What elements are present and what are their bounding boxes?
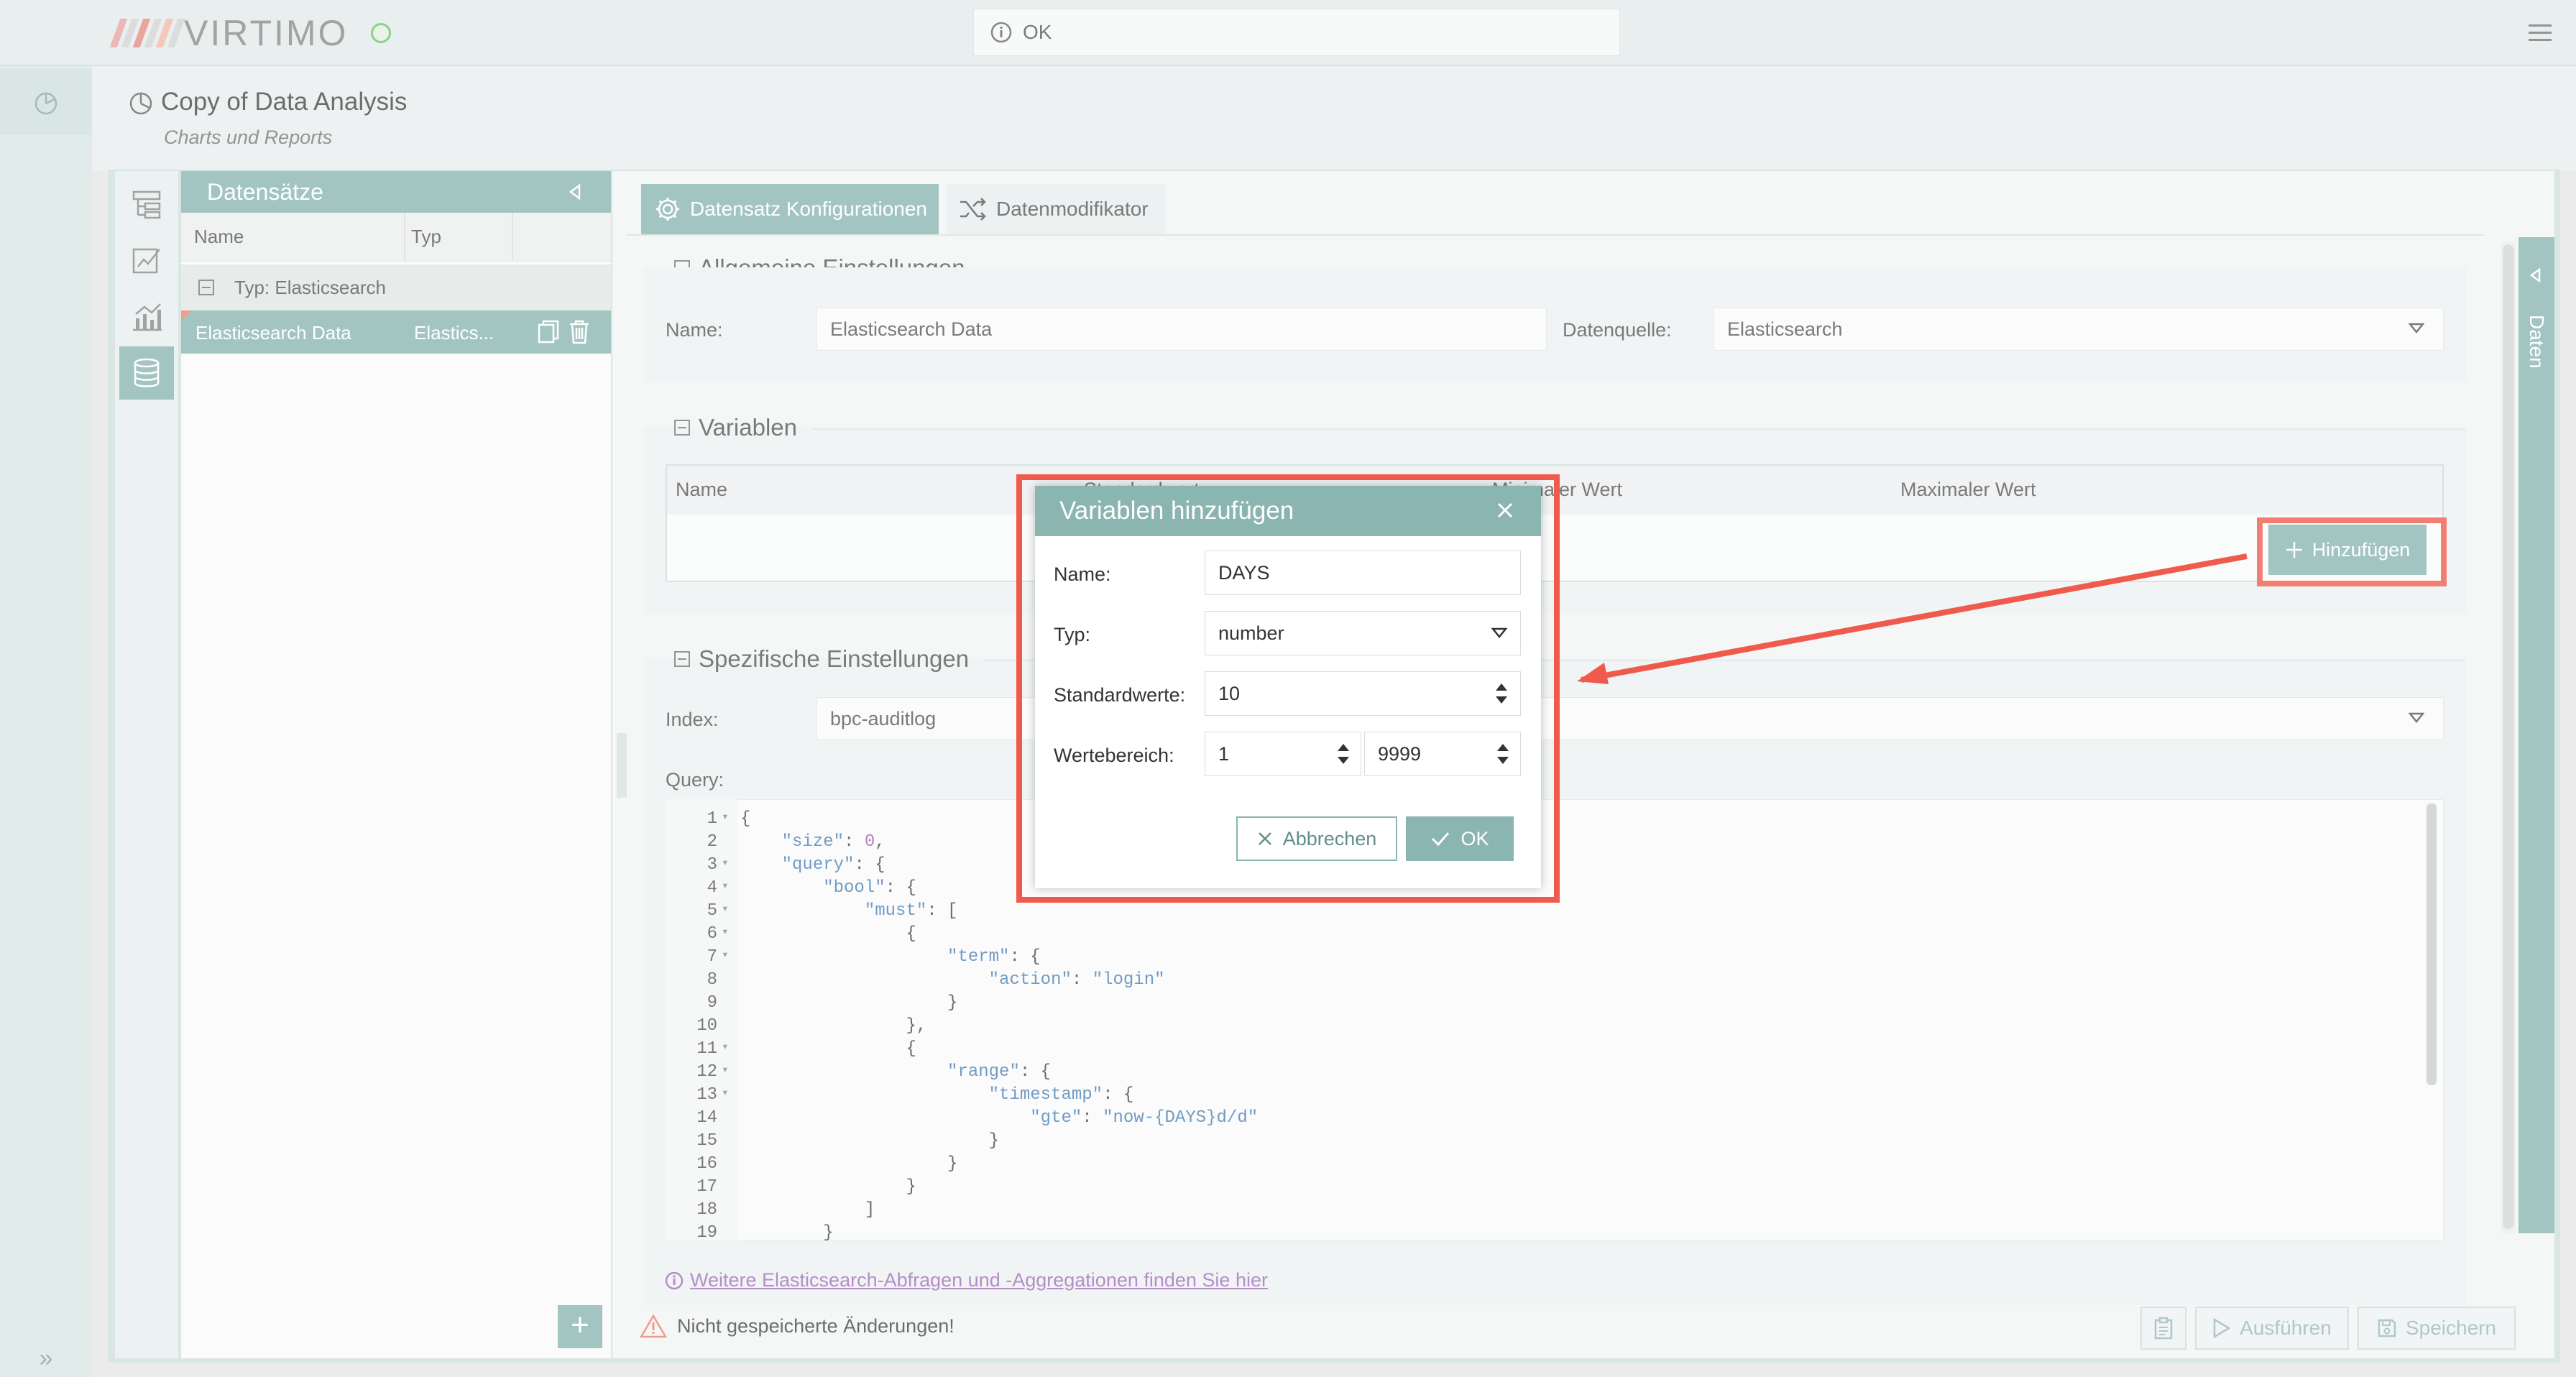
variable-type-select[interactable]: number — [1205, 611, 1521, 655]
check-icon — [1430, 831, 1450, 847]
range-max-stepper[interactable]: 9999 — [1364, 732, 1521, 776]
dialog-range-label: Wertebereich: — [1054, 745, 1174, 766]
stepper-arrows-icon[interactable] — [1494, 679, 1509, 708]
ok-button[interactable]: OK — [1406, 816, 1514, 861]
close-icon[interactable] — [1492, 497, 1518, 523]
dialog-name-label: Name: — [1054, 563, 1111, 585]
stepper-arrows-icon[interactable] — [1336, 740, 1351, 768]
dialog-title: Variablen hinzufügen — [1035, 486, 1541, 536]
cancel-label: Abbrechen — [1282, 827, 1377, 849]
annotation-arrow — [1567, 546, 2257, 690]
stepper-arrows-icon[interactable] — [1496, 740, 1510, 768]
range-max-value: 9999 — [1378, 742, 1422, 765]
dialog-default-label: Standardwerte: — [1054, 684, 1186, 706]
range-min-stepper[interactable]: 1 — [1205, 732, 1361, 776]
variable-type-value: number — [1218, 622, 1284, 644]
cancel-button[interactable]: Abbrechen — [1236, 816, 1397, 861]
dialog-type-label: Typ: — [1054, 624, 1091, 645]
chevron-down-icon — [1491, 627, 1507, 639]
variable-name-input[interactable]: DAYS — [1205, 551, 1521, 595]
default-value-stepper[interactable]: 10 — [1205, 671, 1521, 716]
close-icon — [1257, 831, 1273, 847]
range-min-value: 1 — [1218, 742, 1230, 765]
ok-label: OK — [1460, 827, 1489, 849]
default-value: 10 — [1218, 682, 1241, 704]
